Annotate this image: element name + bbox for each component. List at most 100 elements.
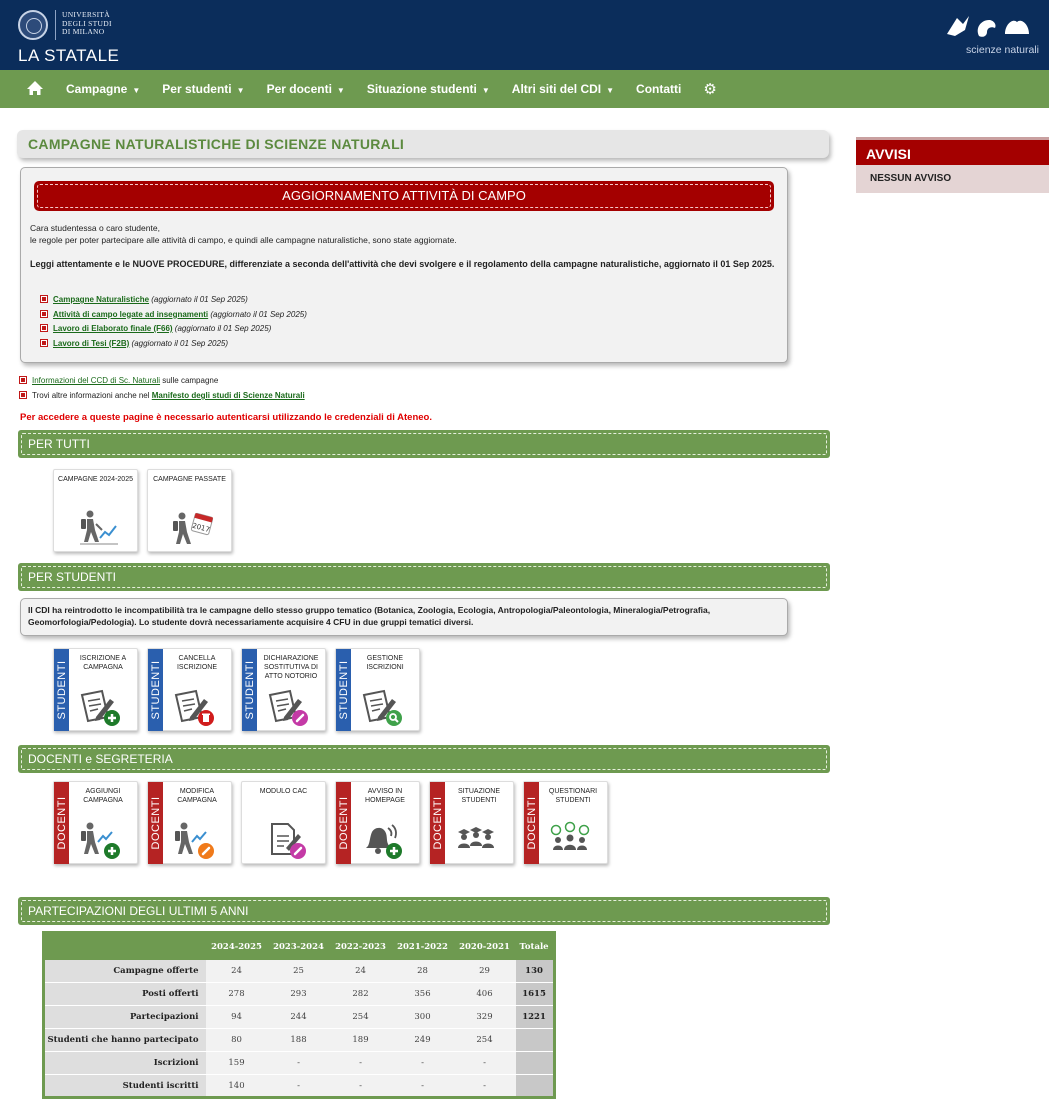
link-attivita-campo[interactable]: Attività di campo legate ad insegnamenti <box>53 310 208 319</box>
tile-label: MODULO CAC <box>259 788 308 795</box>
tile-modulo-cac[interactable]: MODULO CAC <box>241 781 326 864</box>
list-item: Informazioni del CCD di Sc. Naturali sul… <box>19 373 305 388</box>
table-cell: 329 <box>453 1005 516 1029</box>
notice-intro-line: le regole per poter partecipare alle att… <box>30 235 457 245</box>
row-label: Studenti iscritti <box>43 1074 206 1098</box>
studenti-info-box: Il CDI ha reintrodotto le incompatibilit… <box>20 598 788 636</box>
list-item: Attività di campo legate ad insegnamenti… <box>40 308 307 323</box>
link-manifesto-studi[interactable]: Manifesto degli studi di Scienze Natural… <box>152 391 305 400</box>
tile-label: GESTIONE ISCRIZIONI <box>366 655 404 671</box>
tile-dichiarazione-sostitutiva[interactable]: STUDENTI DICHIARAZIONE SOSTITUTIVA DI AT… <box>241 648 326 731</box>
tag-label: STUDENTI <box>149 660 162 720</box>
nav-item-label: Per studenti <box>162 82 232 96</box>
section-per-studenti: PER STUDENTI <box>18 563 830 591</box>
link-ccd-info[interactable]: Informazioni del CCD di Sc. Naturali <box>32 376 160 385</box>
nav-item-label: Situazione studenti <box>366 82 477 96</box>
table-cell: - <box>267 1074 330 1098</box>
participation-stats-table: 2024-2025 2023-2024 2022-2023 2021-2022 … <box>42 931 556 1099</box>
hiker-pencil-icon <box>175 822 214 859</box>
hiker-calendar-icon: 2017 <box>173 512 214 544</box>
nav-item-contatti[interactable]: Contatti <box>636 82 681 96</box>
hiker-chart-icon <box>80 510 118 545</box>
tag-label: DOCENTI <box>337 796 350 850</box>
section-per-tutti: PER TUTTI <box>18 430 830 458</box>
table-cell: 80 <box>205 1028 268 1052</box>
tag-label: STUDENTI <box>243 660 256 720</box>
column-header: 2021-2022 <box>391 932 454 960</box>
total-cell: 1615 <box>515 982 555 1006</box>
university-brand[interactable]: LA STATALE <box>18 46 119 66</box>
tile-cancella-iscrizione[interactable]: STUDENTI CANCELLA ISCRIZIONE <box>147 648 232 731</box>
link-elaborato-finale[interactable]: Lavoro di Elaborato finale (F66) <box>53 324 173 333</box>
nav-item-per-studenti[interactable]: Per studenti ▼ <box>162 82 244 96</box>
tile-label: CAMPAGNE 2024-2025 <box>58 476 133 483</box>
studenti-tag: STUDENTI <box>336 649 351 731</box>
table-cell: 24 <box>205 959 268 983</box>
table-cell: 300 <box>391 1005 454 1029</box>
tile-avviso-homepage[interactable]: DOCENTI AVVISO IN HOMEPAGE <box>335 781 420 864</box>
page-title: CAMPAGNE NATURALISTICHE DI SCIENZE NATUR… <box>17 130 829 158</box>
document-pencil-trash-icon <box>174 689 214 726</box>
university-name[interactable]: UNIVERSITÀ DEGLI STUDI DI MILANO <box>62 10 112 37</box>
tag-label: DOCENTI <box>431 796 444 850</box>
table-cell: - <box>391 1051 454 1075</box>
bullet-icon <box>19 391 27 399</box>
university-seal-icon[interactable] <box>18 10 48 40</box>
tag-label: STUDENTI <box>337 660 350 720</box>
nav-item-altri-siti[interactable]: Altri siti del CDI ▼ <box>512 82 614 96</box>
nav-item-campagne[interactable]: Campagne ▼ <box>66 82 140 96</box>
tile-label: QUESTIONARI STUDENTI <box>548 788 598 804</box>
bell-plus-icon <box>366 824 402 859</box>
university-name-line: DI MILANO <box>62 27 105 36</box>
main-navbar: Campagne ▼ Per studenti ▼ Per docenti ▼ Sit… <box>0 70 1049 108</box>
tile-iscrizione-campagna[interactable]: STUDENTI ISCRIZIONE A CAMPAGNA <box>53 648 138 731</box>
document-pencil-plus-icon <box>80 689 120 726</box>
table-cell: 356 <box>391 982 454 1006</box>
scienze-naturali-text: scienze naturali <box>966 44 1039 56</box>
nav-item-per-docenti[interactable]: Per docenti ▼ <box>267 82 345 96</box>
notice-box: AGGIORNAMENTO ATTIVITÀ DI CAMPO Cara stu… <box>20 167 788 363</box>
table-cell: 282 <box>329 982 392 1006</box>
site-header: UNIVERSITÀ DEGLI STUDI DI MILANO LA STAT… <box>0 0 1049 70</box>
table-row: Campagne offerte 24 25 24 28 29 130 <box>43 959 555 983</box>
tile-gestione-iscrizioni[interactable]: STUDENTI GESTIONE ISCRIZIONI <box>335 648 420 731</box>
tile-modifica-campagna[interactable]: DOCENTI MODIFICA CAMPAGNA <box>147 781 232 864</box>
scienze-naturali-logo[interactable]: scienze naturali <box>939 14 1039 60</box>
tile-campagne-corrente[interactable]: CAMPAGNE 2024-2025 <box>53 469 138 552</box>
table-cell: 140 <box>205 1074 268 1098</box>
tile-label: CANCELLA ISCRIZIONE <box>176 655 218 671</box>
auth-warning: Per accedere a queste pagine è necessari… <box>20 412 432 423</box>
studenti-tag: STUDENTI <box>54 649 69 731</box>
tile-campagne-passate[interactable]: CAMPAGNE PASSATE 2017 <box>147 469 232 552</box>
studenti-tag: STUDENTI <box>242 649 257 731</box>
table-cell: - <box>329 1074 392 1098</box>
section-docenti-segreteria: DOCENTI e SEGRETERIA <box>18 745 830 773</box>
tile-situazione-studenti[interactable]: DOCENTI SITUAZIONE STUDENTI <box>429 781 514 864</box>
table-cell: 28 <box>391 959 454 983</box>
table-row: Studenti che hanno partecipato 80 188 18… <box>43 1028 555 1052</box>
notice-title: AGGIORNAMENTO ATTIVITÀ DI CAMPO <box>34 181 774 211</box>
link-campagne-naturalistiche[interactable]: Campagne Naturalistiche <box>53 295 149 304</box>
update-note: (aggiornato il 01 Sep 2025) <box>208 309 307 319</box>
gear-icon[interactable]: ⚙ <box>703 80 716 98</box>
nature-animals-icon <box>947 16 1029 37</box>
link-lavoro-tesi[interactable]: Lavoro di Tesi (F2B) <box>53 339 129 348</box>
tile-questionari-studenti[interactable]: DOCENTI QUESTIONARI STUDENTI <box>523 781 608 864</box>
nav-item-situazione-studenti[interactable]: Situazione studenti ▼ <box>367 82 490 96</box>
list-item: Lavoro di Tesi (F2B) (aggiornato il 01 S… <box>40 337 307 352</box>
document-pencil-link-icon <box>268 689 308 726</box>
logo-separator <box>55 10 56 40</box>
table-cell: - <box>329 1051 392 1075</box>
update-note: (aggiornato il 01 Sep 2025) <box>129 338 229 348</box>
table-cell: 188 <box>267 1028 330 1052</box>
tile-label: MODIFICA CAMPAGNA <box>177 788 217 804</box>
section-partecipazioni: PARTECIPAZIONI DEGLI ULTIMI 5 ANNI <box>18 897 830 925</box>
table-cell: 406 <box>453 982 516 1006</box>
tile-aggiungi-campagna[interactable]: DOCENTI AGGIUNGI CAMPAGNA <box>53 781 138 864</box>
tile-label: AGGIUNGI CAMPAGNA <box>83 788 123 804</box>
home-icon[interactable] <box>26 80 44 96</box>
docenti-tag: DOCENTI <box>524 782 539 864</box>
table-cell: 189 <box>329 1028 392 1052</box>
row-label: Campagne offerte <box>43 959 206 983</box>
total-cell <box>515 1051 555 1075</box>
